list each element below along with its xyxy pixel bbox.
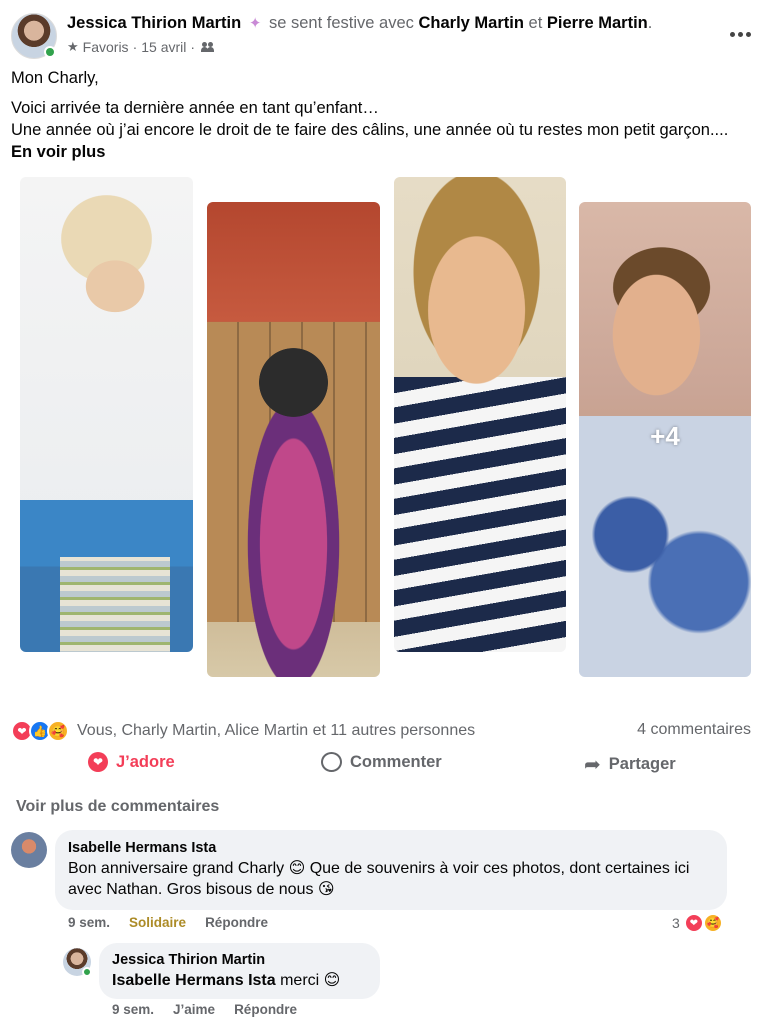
author-name[interactable]: Jessica Thirion Martin — [67, 14, 241, 32]
reply-author[interactable]: Jessica Thirion Martin — [112, 951, 367, 969]
online-status-dot — [44, 46, 56, 58]
post-date[interactable]: 15 avril — [141, 39, 186, 55]
festive-icon: ✦ — [248, 15, 262, 32]
reactions-summary[interactable]: Vous, Charly Martin, Alice Martin et 11 … — [77, 722, 475, 740]
see-more-link[interactable]: En voir plus — [11, 143, 105, 161]
online-status-dot — [82, 967, 92, 977]
audience-label[interactable]: Favoris — [83, 39, 129, 55]
photo-toddler[interactable] — [20, 177, 193, 652]
reply-text: Isabelle Hermans Ista merci 😊 — [112, 970, 367, 991]
comment-reaction-count: 3 — [672, 915, 680, 931]
reply-time[interactable]: 9 sem. — [112, 1002, 154, 1017]
reply-meta: 9 sem. J’aime Répondre — [112, 1002, 297, 1017]
care-reaction-icon: 🥰 — [702, 913, 723, 933]
star-icon: ★ — [67, 39, 79, 54]
comment-author[interactable]: Isabelle Hermans Ista — [68, 839, 714, 857]
status-text: se sent festive avec — [268, 14, 414, 32]
share-icon: ➦ — [584, 754, 601, 776]
comments-count[interactable]: 4 commentaires — [637, 721, 751, 739]
comment-bubble: Isabelle Hermans Ista Bon anniversaire g… — [55, 830, 727, 910]
post-body-line-2: Une année où j’ai encore le droit de te … — [11, 121, 729, 139]
reply-bubble: Jessica Thirion Martin Isabelle Hermans … — [99, 943, 380, 999]
share-button-label: Partager — [608, 755, 676, 773]
post-meta: ★ Favoris · 15 avril · — [67, 39, 215, 55]
action-bar: ❤ J’adore Commenter ➦ Partager — [0, 752, 774, 782]
care-reaction-icon: 🥰 — [47, 720, 69, 742]
conjunction: et — [528, 14, 543, 32]
share-button[interactable]: ➦ Partager — [584, 752, 676, 777]
post-greeting: Mon Charly, — [11, 69, 99, 87]
photo-child-blanket[interactable] — [207, 202, 380, 677]
dot-icon — [745, 31, 751, 37]
comment-reply-button[interactable]: Répondre — [205, 915, 268, 930]
comment-bubble-icon — [321, 752, 342, 772]
comment-button[interactable]: Commenter — [321, 752, 442, 772]
love-reaction-icon: ❤ — [683, 913, 704, 933]
reactions-bar[interactable]: ❤ 👍 🥰 Vous, Charly Martin, Alice Martin … — [11, 720, 763, 742]
post-text: Mon Charly, Voici arrivée ta dernière an… — [11, 67, 751, 163]
dot-icon — [729, 31, 735, 37]
comment-reaction-button[interactable]: Solidaire — [129, 915, 186, 930]
meta-separator-2: · — [190, 39, 196, 55]
post-header: Jessica Thirion Martin ✦ se sent festive… — [0, 0, 774, 64]
photo-boy-floral-shirt[interactable]: +4 — [579, 202, 751, 677]
view-more-comments-link[interactable]: Voir plus de commentaires — [16, 798, 219, 816]
reply-reply-button[interactable]: Répondre — [234, 1002, 297, 1017]
status-period: . — [647, 14, 653, 32]
reply-mention[interactable]: Isabelle Hermans Ista — [112, 972, 276, 989]
love-button-label: J’adore — [116, 752, 175, 771]
post-body-line-1: Voici arrivée ta dernière année en tant … — [11, 99, 379, 117]
meta-separator-1: · — [132, 39, 138, 55]
more-options-button[interactable] — [727, 24, 753, 44]
comment-meta: 9 sem. Solidaire Répondre — [68, 915, 268, 930]
commenter-avatar[interactable] — [11, 832, 47, 868]
comment-button-label: Commenter — [350, 752, 442, 771]
friends-icon — [201, 42, 215, 52]
comment-reactions[interactable]: 3 ❤ 🥰 — [672, 913, 723, 933]
author-line: Jessica Thirion Martin ✦ se sent festive… — [67, 13, 652, 34]
heart-icon: ❤ — [88, 752, 108, 772]
dot-icon — [737, 31, 743, 37]
reply-like-button[interactable]: J’aime — [173, 1002, 215, 1017]
tagged-person-2[interactable]: Pierre Martin — [547, 14, 648, 32]
love-button[interactable]: ❤ J’adore — [88, 752, 175, 772]
reply-message: merci 😊 — [275, 972, 341, 989]
comment-text: Bon anniversaire grand Charly 😊 Que de s… — [68, 860, 690, 898]
photo-boy-striped-shirt[interactable] — [394, 177, 566, 652]
comment-time[interactable]: 9 sem. — [68, 915, 110, 930]
tagged-person-1[interactable]: Charly Martin — [419, 14, 524, 32]
more-photos-count: +4 — [650, 420, 680, 451]
